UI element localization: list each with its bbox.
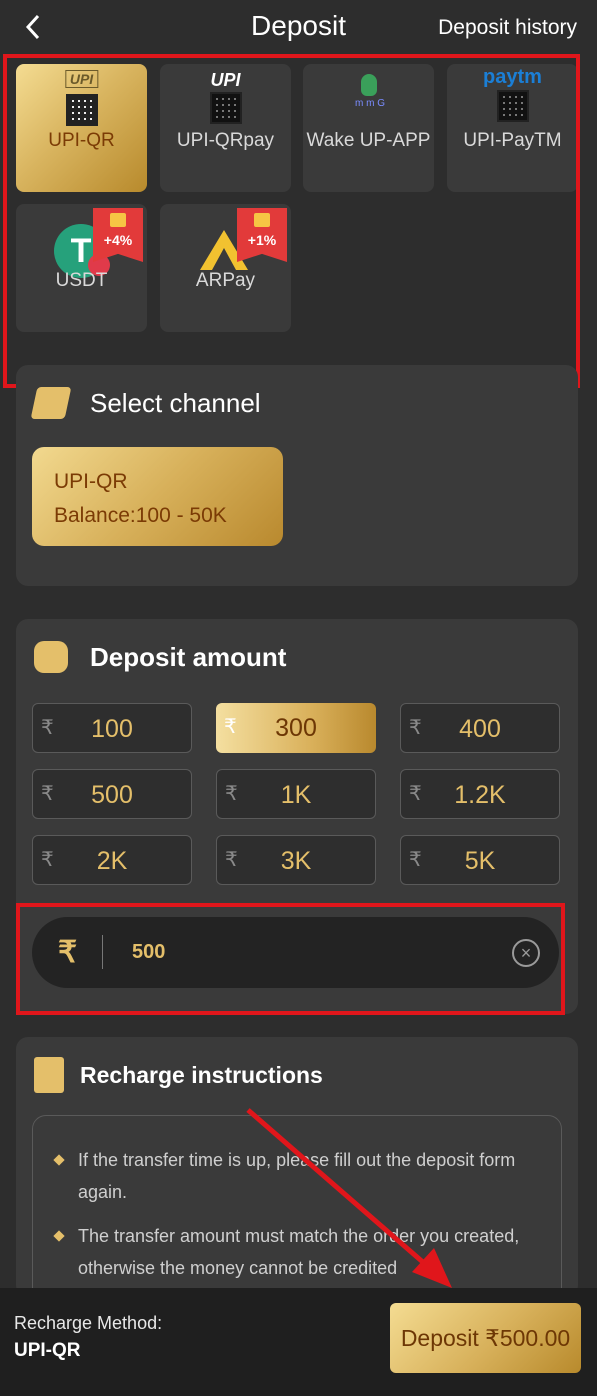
amount-option[interactable]: ₹400	[400, 703, 560, 753]
amount-value: 400	[459, 715, 501, 743]
amount-option[interactable]: ₹2K	[32, 835, 192, 885]
instructions-box: If the transfer time is up, please fill …	[32, 1115, 562, 1315]
deposit-history-link[interactable]: Deposit history	[438, 16, 577, 40]
method-arpay[interactable]: +1% ARPay	[160, 204, 291, 332]
divider	[102, 935, 103, 969]
deposit-page: Deposit Deposit history UPI UPI-QR UPI U…	[0, 0, 597, 1396]
section-title: Select channel	[90, 387, 261, 418]
amount-value: 500	[91, 781, 133, 809]
wallet-icon	[34, 641, 68, 673]
channel-balance: Balance:100 - 50K	[54, 504, 227, 527]
amount-value: 1.2K	[454, 781, 506, 809]
amount-value: 1K	[280, 781, 312, 809]
amount-value: 2K	[96, 847, 128, 875]
amount-card-header: Deposit amount	[34, 641, 286, 673]
header: Deposit Deposit history	[0, 0, 597, 56]
method-label: UPI-QRpay	[176, 130, 275, 151]
method-label: UPI-PayTM	[463, 130, 562, 151]
method-label: Wake UP-APP	[306, 130, 431, 151]
paytm-icon	[496, 90, 529, 122]
book-icon	[34, 1057, 64, 1093]
method-usdt[interactable]: T +4% USDT	[16, 204, 147, 332]
bullet-icon	[53, 1154, 65, 1166]
recharge-method-label: Recharge Method:	[14, 1313, 163, 1333]
channel-card-header: Select channel	[30, 387, 261, 419]
amount-value: 100	[91, 715, 133, 743]
card-icon	[30, 387, 72, 419]
amount-value: 300	[275, 714, 317, 742]
paytm-logo-icon: paytm	[483, 66, 542, 88]
amount-option[interactable]: ₹100	[32, 703, 192, 753]
amount-value: 5K	[464, 847, 496, 875]
upi-qr-icon	[65, 94, 98, 126]
method-label: USDT	[55, 270, 108, 291]
method-upi-qr[interactable]: UPI UPI-QR	[16, 64, 147, 192]
rupee-icon: ₹	[58, 936, 78, 969]
amount-option-selected[interactable]: ₹300	[216, 703, 376, 753]
footer-bar: Recharge Method: UPI-QR Deposit ₹500.00	[0, 1288, 597, 1396]
upi-qrpay-icon	[209, 92, 242, 124]
bullet-icon	[53, 1230, 65, 1242]
upi-logo-icon: UPI	[64, 70, 99, 88]
amount-option[interactable]: ₹1K	[216, 769, 376, 819]
instruction-item: If the transfer time is up, please fill …	[78, 1150, 516, 1202]
amount-value: 3K	[280, 847, 312, 875]
wake-up-app-icon	[361, 74, 377, 96]
channel-name: UPI-QR	[54, 470, 128, 493]
gift-icon	[254, 213, 270, 227]
bonus-percent: +4%	[103, 232, 133, 248]
method-upi-paytm[interactable]: paytm UPI-PayTM	[447, 64, 578, 192]
clear-icon[interactable]: ×	[512, 939, 540, 967]
method-wake-up-app[interactable]: m m G Wake UP-APP	[303, 64, 434, 192]
section-title: Deposit amount	[90, 641, 287, 672]
amount-option[interactable]: ₹500	[32, 769, 192, 819]
method-label: ARPay	[195, 270, 256, 291]
instructions-card-header: Recharge instructions	[34, 1057, 323, 1093]
upi-logo-icon: UPI	[210, 70, 241, 90]
amount-input-wrap: ₹ ×	[32, 917, 559, 988]
channel-option[interactable]: UPI-QR Balance:100 - 50K	[32, 447, 283, 546]
bonus-badge: +1%	[237, 208, 287, 262]
gift-icon	[110, 213, 126, 227]
section-title: Recharge instructions	[80, 1061, 323, 1088]
bonus-percent: +1%	[247, 232, 277, 248]
amount-option[interactable]: ₹3K	[216, 835, 376, 885]
method-label: UPI-QR	[48, 130, 115, 151]
bonus-badge: +4%	[93, 208, 143, 262]
deposit-button[interactable]: Deposit ₹500.00	[390, 1303, 581, 1373]
amount-option[interactable]: ₹1.2K	[400, 769, 560, 819]
method-upi-qrpay[interactable]: UPI UPI-QRpay	[160, 64, 291, 192]
wake-up-app-logo-text: m m G	[355, 98, 385, 109]
instruction-item: The transfer amount must match the order…	[78, 1226, 520, 1278]
payment-methods: UPI UPI-QR UPI UPI-QRpay m m G Wake UP-A…	[0, 56, 597, 356]
recharge-method-value: UPI-QR	[14, 1340, 81, 1361]
amount-option[interactable]: ₹5K	[400, 835, 560, 885]
amount-input[interactable]	[132, 937, 472, 967]
